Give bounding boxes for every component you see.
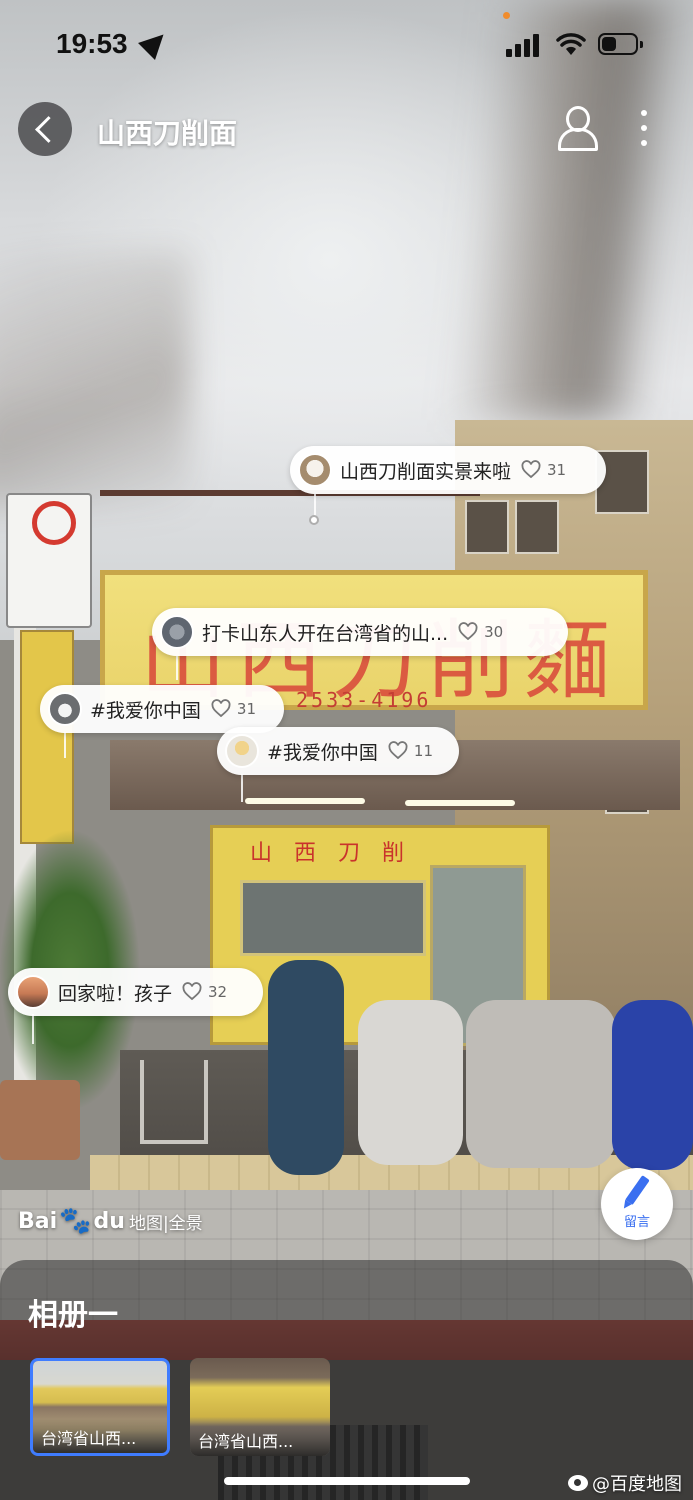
- like-heart-icon[interactable]: [458, 622, 478, 642]
- potted-plant: [0, 820, 140, 1110]
- recording-indicator: [503, 12, 510, 19]
- album-panel: 相册一 台湾省山西... 台湾省山西...: [0, 1260, 693, 1500]
- like-count: 30: [484, 623, 504, 641]
- comment-text: 打卡山东人开在台湾省的山...: [202, 622, 449, 645]
- scooter: [612, 1000, 693, 1170]
- shop-phone-number: 2533-4196: [296, 688, 432, 712]
- comment-text: #我爱你中国: [90, 699, 201, 722]
- traffic-sign: [6, 493, 92, 628]
- comment-bubble[interactable]: 打卡山东人开在台湾省的山... 30: [152, 608, 568, 656]
- comment-text: #我爱你中国: [267, 741, 378, 764]
- scooter: [268, 960, 344, 1175]
- like-heart-icon[interactable]: [211, 699, 231, 719]
- like-count: 31: [547, 461, 567, 479]
- album-thumbnail[interactable]: 台湾省山西...: [190, 1358, 330, 1456]
- baidu-brand: Bai: [18, 1208, 58, 1234]
- commenter-avatar: [225, 734, 259, 768]
- album-thumbnail[interactable]: 台湾省山西...: [30, 1358, 170, 1456]
- comment-pin-line: [32, 1014, 34, 1044]
- leave-message-button[interactable]: 留言: [601, 1168, 673, 1240]
- comment-pin-line: [241, 774, 243, 802]
- more-options-icon[interactable]: [636, 108, 652, 148]
- baidu-brand-tail: du: [93, 1208, 125, 1234]
- back-arrow-icon: [34, 115, 62, 143]
- store-banner-text: 山西刀削: [250, 841, 427, 866]
- page-title: 山西刀削面: [97, 117, 238, 150]
- commenter-avatar: [160, 615, 194, 649]
- like-count: 11: [413, 742, 434, 760]
- weibo-credit-text: @百度地图: [592, 1474, 682, 1495]
- baidu-paw-icon: 🐾: [59, 1206, 92, 1236]
- store-window: [240, 880, 426, 956]
- comment-pin-dot: [309, 515, 319, 525]
- user-profile-icon[interactable]: [556, 104, 598, 152]
- comment-text: 山西刀削面实景来啦: [340, 460, 512, 483]
- cellular-signal-icon: [506, 33, 542, 57]
- comment-bubble[interactable]: #我爱你中国 11: [217, 727, 459, 775]
- comment-pin-line: [64, 732, 66, 758]
- leave-message-label: 留言: [623, 1214, 650, 1230]
- like-heart-icon[interactable]: [388, 741, 408, 761]
- scooter: [466, 1000, 616, 1168]
- scooter: [358, 1000, 463, 1165]
- thumbnail-caption: 台湾省山西...: [190, 1422, 330, 1456]
- like-count: 31: [236, 700, 257, 718]
- battery-icon: [598, 33, 643, 55]
- comment-text: 回家啦！孩子: [58, 982, 173, 1005]
- thumbnail-caption: 台湾省山西...: [33, 1419, 167, 1453]
- album-title: 相册一: [28, 1298, 118, 1333]
- location-arrow-icon: [138, 26, 172, 60]
- baidu-product-label: 地图|全景: [128, 1213, 203, 1234]
- blurred-foreground-branch: [0, 250, 190, 510]
- wifi-icon: [556, 33, 586, 55]
- chair: [140, 1060, 208, 1144]
- pen-icon: [624, 1174, 650, 1205]
- commenter-avatar: [16, 975, 50, 1009]
- like-heart-icon[interactable]: [182, 982, 202, 1002]
- like-heart-icon[interactable]: [521, 460, 541, 480]
- comment-pin-line: [176, 656, 178, 680]
- home-indicator[interactable]: [224, 1477, 470, 1485]
- back-button[interactable]: [18, 102, 72, 156]
- status-time: 19:53: [56, 28, 128, 59]
- like-count: 32: [208, 983, 228, 1001]
- commenter-avatar: [48, 692, 82, 726]
- comment-bubble[interactable]: #我爱你中国 31: [40, 685, 284, 733]
- commenter-avatar: [298, 453, 332, 487]
- comment-bubble[interactable]: 回家啦！孩子 32: [8, 968, 263, 1016]
- plant-pot: [0, 1080, 80, 1160]
- comment-bubble[interactable]: 山西刀削面实景来啦 31: [290, 446, 606, 494]
- top-navigation-bar: 山西刀削面: [0, 96, 693, 166]
- baidu-panorama-watermark: Bai 🐾 du 地图|全景: [18, 1206, 203, 1236]
- weibo-credit: @百度地图: [568, 1470, 682, 1496]
- battery-level: [602, 37, 616, 51]
- weibo-logo-icon: [568, 1475, 588, 1491]
- status-bar: 19:53: [0, 0, 693, 92]
